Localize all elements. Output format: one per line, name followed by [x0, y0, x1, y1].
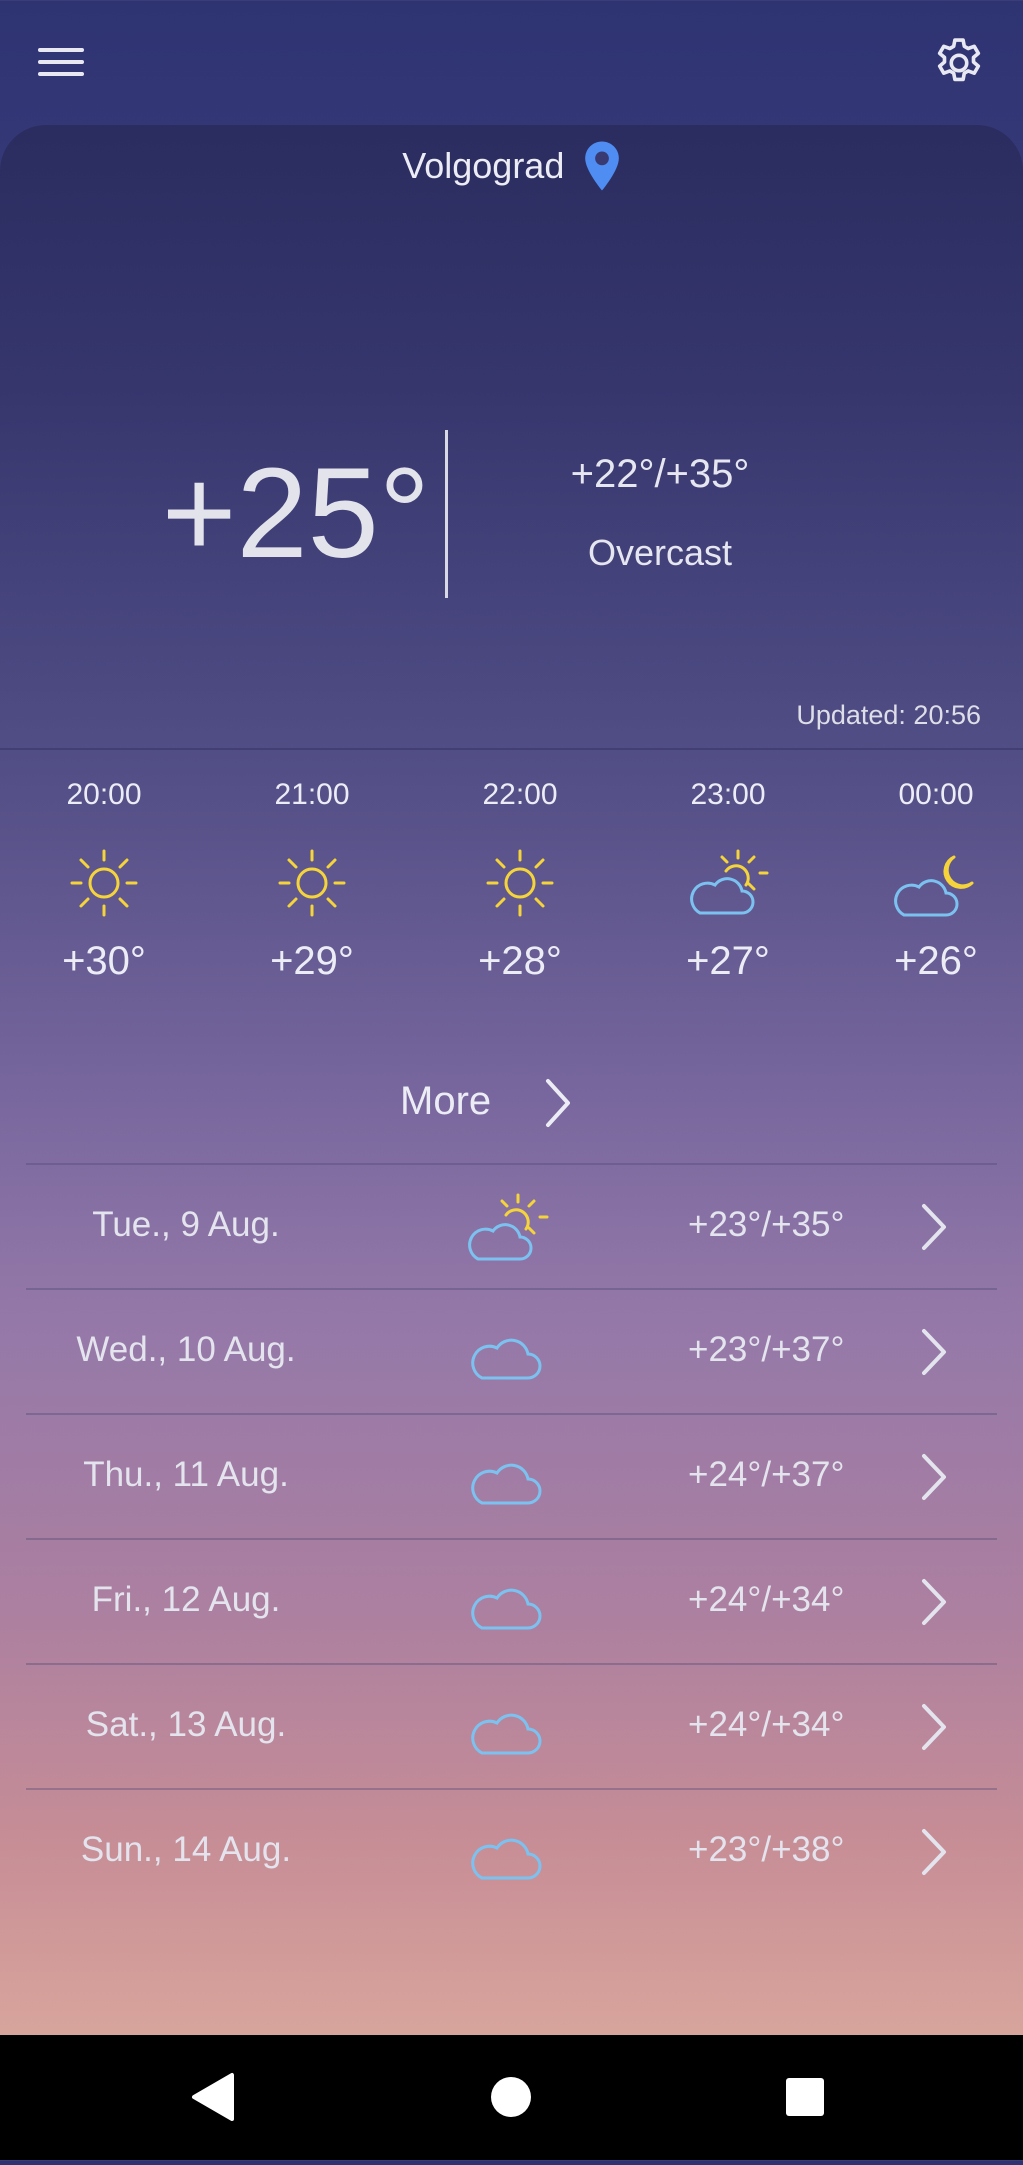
cloud-icon: [471, 1463, 542, 1505]
partly-cloudy-icon: [468, 1193, 549, 1261]
day-date: Fri., 12 Aug.: [91, 1580, 281, 1619]
day-date: Wed., 10 Aug.: [76, 1330, 296, 1369]
home-button[interactable]: [451, 2035, 571, 2160]
day-temps: +24°/+37°: [688, 1455, 845, 1494]
chevron-right-icon: [922, 1704, 946, 1750]
daily-row[interactable]: Fri., 12 Aug. +24°/+34°: [26, 1540, 997, 1663]
more-button[interactable]: More: [390, 1075, 590, 1131]
day-temps: +23°/+37°: [688, 1330, 845, 1369]
sun-icon: [278, 849, 346, 917]
daily-row[interactable]: Sun., 14 Aug. +23°/+38°: [26, 1790, 997, 1913]
cloud-icon: [471, 1838, 542, 1880]
recents-button[interactable]: [745, 2035, 865, 2160]
hour-time: 22:00: [482, 778, 558, 811]
current-minmax: +22°/+35°: [570, 452, 750, 496]
daily-forecast: Tue., 9 Aug. +23°/+35° Wed., 10 Aug. +23…: [26, 1163, 997, 1913]
hour-temp: +30°: [62, 939, 146, 983]
cloudy-night-icon: [894, 855, 974, 917]
daily-row[interactable]: Thu., 11 Aug. +24°/+37°: [26, 1415, 997, 1538]
current-condition: Overcast: [587, 532, 733, 573]
top-bar: [0, 0, 1023, 125]
menu-icon-line: [38, 48, 84, 52]
sun-icon: [70, 849, 138, 917]
daily-row[interactable]: Wed., 10 Aug. +23°/+37°: [26, 1290, 997, 1413]
cloud-icon: [471, 1588, 542, 1630]
back-triangle-icon: [192, 2073, 234, 2121]
day-temps: +24°/+34°: [688, 1705, 845, 1744]
cloud-icon: [471, 1713, 542, 1755]
day-date: Sat., 13 Aug.: [85, 1705, 287, 1744]
day-date: Sun., 14 Aug.: [80, 1830, 292, 1869]
cloud-icon: [471, 1338, 542, 1380]
gear-icon: [937, 38, 981, 82]
hour-temp: +29°: [270, 939, 354, 983]
partly-cloudy-icon: [690, 849, 769, 915]
hour-time: 23:00: [690, 778, 766, 811]
day-temps: +23°/+35°: [688, 1205, 845, 1244]
daily-row[interactable]: Sat., 13 Aug. +24°/+34°: [26, 1665, 997, 1788]
recents-square-icon: [786, 2078, 824, 2116]
day-temps: +23°/+38°: [688, 1830, 845, 1869]
hourly-item: 00:00 +26°: [856, 775, 1016, 984]
sun-icon: [486, 849, 554, 917]
current-temperature: +25°: [161, 442, 430, 585]
day-date: Thu., 11 Aug.: [83, 1455, 289, 1494]
chevron-right-icon: [922, 1204, 946, 1250]
hour-time: 21:00: [274, 778, 350, 811]
home-circle-icon: [491, 2077, 531, 2117]
current-divider: [445, 430, 448, 598]
menu-button[interactable]: [36, 44, 88, 80]
chevron-right-icon: [922, 1829, 946, 1875]
chevron-right-icon: [922, 1579, 946, 1625]
system-navigation-bar: [0, 2035, 1023, 2160]
divider: [0, 748, 1023, 750]
location-header[interactable]: Volgograd: [0, 140, 1023, 202]
more-label: More: [400, 1079, 492, 1123]
hourly-item: 23:00 +27°: [648, 775, 808, 984]
day-date: Tue., 9 Aug.: [92, 1205, 280, 1244]
menu-icon-line: [38, 72, 84, 76]
menu-icon-line: [38, 60, 84, 64]
hour-temp: +28°: [478, 939, 562, 983]
updated-time: Updated: 20:56: [796, 700, 981, 730]
chevron-right-icon: [546, 1079, 570, 1127]
hour-temp: +26°: [894, 939, 978, 983]
hour-time: 00:00: [898, 778, 974, 811]
chevron-right-icon: [922, 1454, 946, 1500]
settings-button[interactable]: [930, 34, 988, 92]
location-pin-icon: [584, 141, 619, 191]
location-name: Volgograd: [402, 145, 565, 186]
chevron-right-icon: [922, 1329, 946, 1375]
back-button[interactable]: [154, 2035, 274, 2160]
hourly-item: 20:00 +30°: [24, 775, 184, 984]
day-temps: +24°/+34°: [688, 1580, 845, 1619]
daily-row[interactable]: Tue., 9 Aug. +23°/+35°: [26, 1165, 997, 1288]
hourly-item: 22:00 +28°: [440, 775, 600, 984]
hour-temp: +27°: [686, 939, 770, 983]
hourly-forecast: 20:00 +30° 21:00 +29° 22:00 +28° 23:00 +…: [0, 775, 1023, 1015]
hour-time: 20:00: [66, 778, 142, 811]
hourly-item: 21:00 +29°: [232, 775, 392, 984]
